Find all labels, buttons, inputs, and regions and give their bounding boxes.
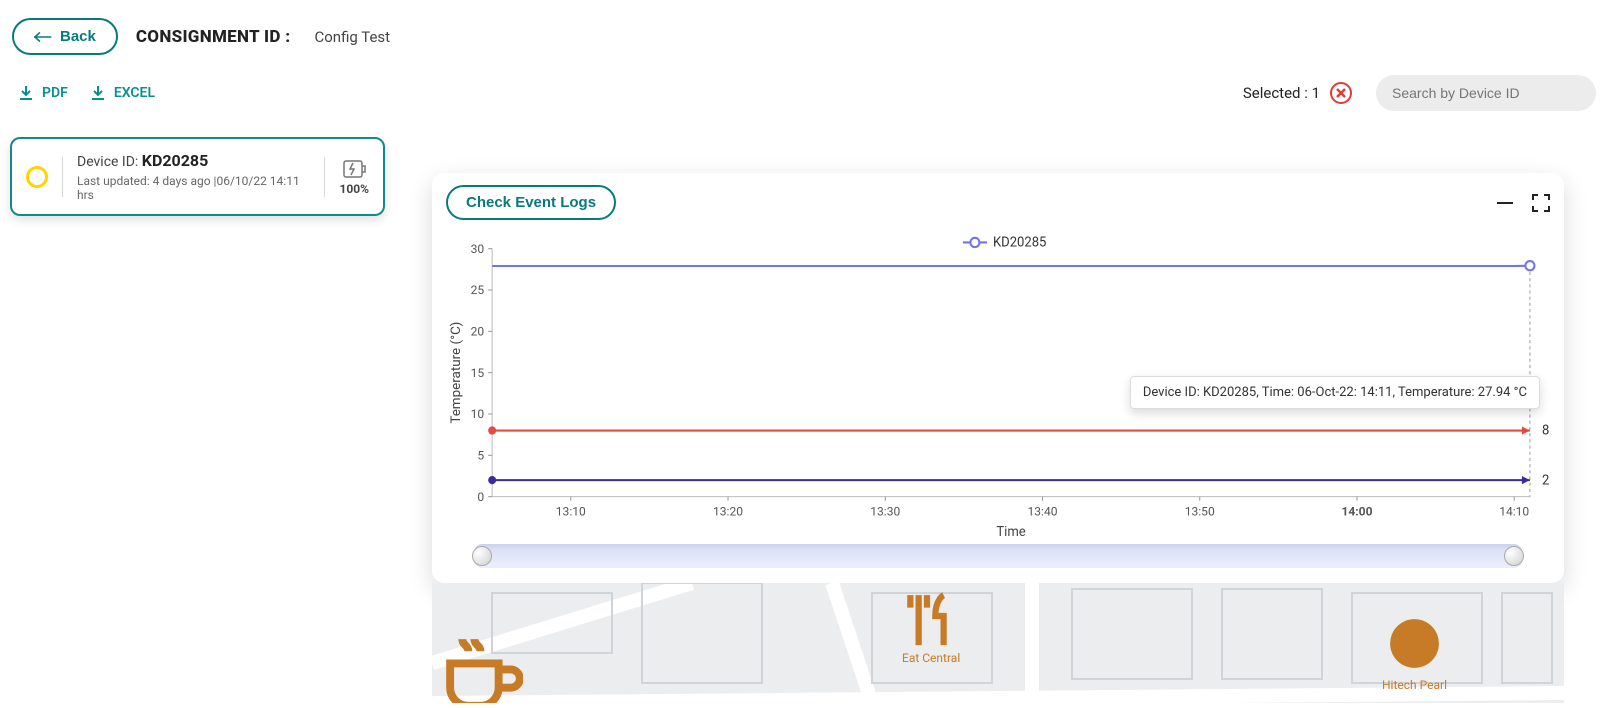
- map-poi-label: Hitech Pearl: [1382, 678, 1447, 692]
- device-id-label: Device ID:: [77, 154, 142, 170]
- svg-text:30: 30: [471, 242, 485, 256]
- svg-text:15: 15: [471, 366, 485, 380]
- download-excel-link[interactable]: EXCEL: [90, 85, 155, 101]
- svg-text:14:00: 14:00: [1341, 504, 1372, 518]
- status-indicator-icon: [26, 166, 48, 188]
- clear-selection-button[interactable]: [1330, 82, 1352, 104]
- check-event-logs-button[interactable]: Check Event Logs: [446, 185, 616, 220]
- back-label: Back: [60, 28, 96, 45]
- svg-text:5: 5: [477, 448, 484, 462]
- close-icon: [1336, 88, 1346, 98]
- svg-text:0: 0: [477, 490, 484, 504]
- download-icon: [90, 85, 106, 101]
- device-id-value: KD20285: [142, 151, 208, 170]
- chart-panel: Check Event Logs 0 5 10 15 20 25 30 13:10 13:20 1…: [432, 173, 1564, 583]
- svg-text:13:10: 13:10: [556, 504, 586, 518]
- time-range-slider[interactable]: [474, 544, 1522, 568]
- pdf-label: PDF: [42, 85, 68, 101]
- divider: [324, 157, 325, 197]
- download-icon: [18, 85, 34, 101]
- minimize-icon[interactable]: [1496, 196, 1514, 210]
- map-view[interactable]: Eat Central Hitech Pearl e Coffee Day: [432, 583, 1564, 703]
- map-poi-restaurant[interactable]: Eat Central: [902, 591, 960, 665]
- svg-text:10: 10: [471, 407, 485, 421]
- divider: [62, 157, 63, 197]
- device-card[interactable]: Device ID: KD20285 Last updated: 4 days …: [10, 137, 385, 216]
- map-text-label: e Coffee Day: [438, 627, 523, 703]
- excel-label: EXCEL: [114, 85, 155, 101]
- svg-text:Temperature (°C): Temperature (°C): [449, 322, 464, 424]
- cafe-icon: [438, 627, 523, 703]
- svg-text:13:40: 13:40: [1027, 504, 1057, 518]
- svg-text:13:20: 13:20: [713, 504, 743, 518]
- chart-tooltip: Device ID: KD20285, Time: 06-Oct-22: 14:…: [1130, 376, 1540, 409]
- back-button[interactable]: Back: [12, 18, 118, 55]
- consignment-id-value: Config Test: [314, 28, 390, 46]
- svg-text:Time: Time: [996, 525, 1025, 538]
- battery-value: 100%: [339, 182, 369, 196]
- fullscreen-icon[interactable]: [1532, 194, 1550, 212]
- svg-text:20: 20: [471, 324, 485, 338]
- event-logs-label: Check Event Logs: [466, 194, 596, 211]
- map-poi-label: Eat Central: [902, 651, 960, 665]
- svg-text:25: 25: [471, 283, 485, 297]
- device-last-updated: Last updated: 4 days ago |06/10/22 14:11…: [77, 174, 310, 202]
- range-handle-left[interactable]: [472, 546, 492, 566]
- consignment-id-label: CONSIGNMENT ID :: [136, 27, 291, 47]
- svg-text:13:30: 13:30: [870, 504, 900, 518]
- svg-text:13:50: 13:50: [1185, 504, 1215, 518]
- svg-text:2: 2: [1542, 473, 1549, 488]
- restaurant-icon: [902, 591, 960, 649]
- selected-count: Selected : 1: [1243, 84, 1320, 102]
- map-poi-building[interactable]: Hitech Pearl: [1382, 611, 1447, 692]
- search-device-field[interactable]: [1376, 75, 1596, 111]
- search-input[interactable]: [1392, 85, 1573, 101]
- svg-text:KD20285: KD20285: [993, 235, 1046, 250]
- range-handle-right[interactable]: [1504, 546, 1524, 566]
- svg-text:14:10: 14:10: [1499, 504, 1529, 518]
- arrow-left-icon: [34, 30, 52, 44]
- dot-icon: [1382, 611, 1447, 676]
- battery-icon: [341, 158, 367, 180]
- download-pdf-link[interactable]: PDF: [18, 85, 68, 101]
- svg-text:8: 8: [1542, 424, 1549, 439]
